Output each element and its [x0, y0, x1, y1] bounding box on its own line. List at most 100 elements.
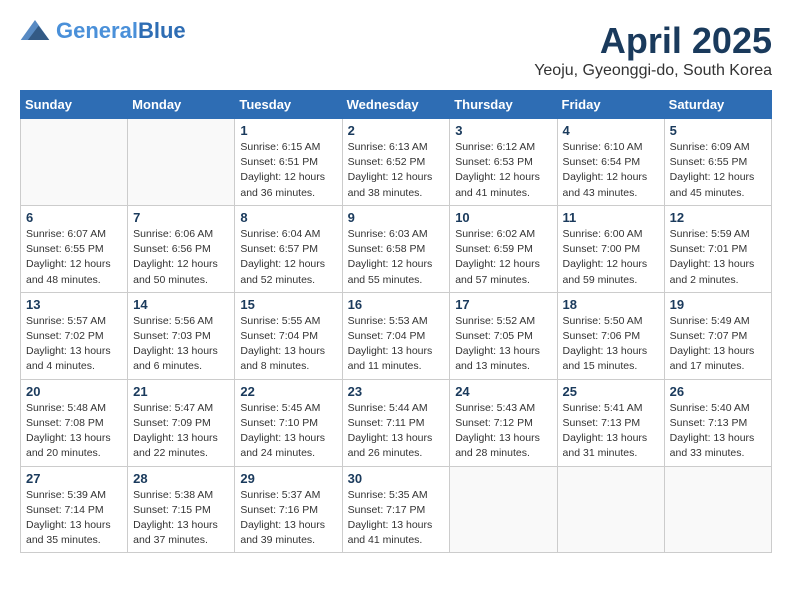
day-info: Sunrise: 5:37 AM Sunset: 7:16 PM Dayligh… [240, 488, 336, 549]
calendar-cell: 1 Sunrise: 6:15 AM Sunset: 6:51 PM Daylig… [235, 119, 342, 206]
day-info: Sunrise: 6:15 AM Sunset: 6:51 PM Dayligh… [240, 140, 336, 201]
calendar-cell: 13 Sunrise: 5:57 AM Sunset: 7:02 PM Dayli… [21, 292, 128, 379]
day-number: 28 [133, 471, 229, 486]
calendar-week-5: 27 Sunrise: 5:39 AM Sunset: 7:14 PM Dayli… [21, 466, 772, 553]
calendar-cell: 24Sunrise: 5:43 AM Sunset: 7:12 PM Dayli… [450, 379, 557, 466]
day-number: 2 [348, 123, 445, 138]
calendar-cell: 22 Sunrise: 5:45 AM Sunset: 7:10 PM Dayli… [235, 379, 342, 466]
calendar-cell: 7 Sunrise: 6:06 AM Sunset: 6:56 PM Daylig… [128, 205, 235, 292]
calendar-cell [557, 466, 664, 553]
calendar-cell: 2 Sunrise: 6:13 AM Sunset: 6:52 PM Daylig… [342, 119, 450, 206]
day-number: 24 [455, 384, 551, 399]
calendar-cell: 16 Sunrise: 5:53 AM Sunset: 7:04 PM Dayli… [342, 292, 450, 379]
day-info: Sunrise: 5:56 AM Sunset: 7:03 PM Dayligh… [133, 314, 229, 375]
calendar-cell: 12 Sunrise: 5:59 AM Sunset: 7:01 PM Dayli… [664, 205, 771, 292]
day-info: Sunrise: 6:06 AM Sunset: 6:56 PM Dayligh… [133, 227, 229, 288]
day-number: 12 [670, 210, 766, 225]
logo-icon [20, 20, 50, 40]
day-number: 26 [670, 384, 766, 399]
day-info: Sunrise: 6:04 AM Sunset: 6:57 PM Dayligh… [240, 227, 336, 288]
weekday-header-monday: Monday [128, 91, 235, 119]
day-number: 5 [670, 123, 766, 138]
weekday-header-friday: Friday [557, 91, 664, 119]
day-info: Sunrise: 5:53 AM Sunset: 7:04 PM Dayligh… [348, 314, 445, 375]
day-number: 1 [240, 123, 336, 138]
day-number: 18 [563, 297, 659, 312]
day-number: 15 [240, 297, 336, 312]
day-number: 22 [240, 384, 336, 399]
title-block: April 2025 Yeoju, Gyeonggi-do, South Kor… [534, 20, 772, 80]
logo-blue: Blue [138, 18, 186, 43]
calendar-cell: 15Sunrise: 5:55 AM Sunset: 7:04 PM Dayli… [235, 292, 342, 379]
day-info: Sunrise: 6:00 AM Sunset: 7:00 PM Dayligh… [563, 227, 659, 288]
calendar-cell [128, 119, 235, 206]
calendar-cell: 14 Sunrise: 5:56 AM Sunset: 7:03 PM Dayli… [128, 292, 235, 379]
day-number: 19 [670, 297, 766, 312]
day-number: 25 [563, 384, 659, 399]
calendar-cell: 28Sunrise: 5:38 AM Sunset: 7:15 PM Dayli… [128, 466, 235, 553]
day-number: 29 [240, 471, 336, 486]
day-info: Sunrise: 5:50 AM Sunset: 7:06 PM Dayligh… [563, 314, 659, 375]
calendar-cell: 3Sunrise: 6:12 AM Sunset: 6:53 PM Daylig… [450, 119, 557, 206]
logo-text-block: GeneralBlue [56, 20, 186, 42]
day-info: Sunrise: 5:48 AM Sunset: 7:08 PM Dayligh… [26, 401, 122, 462]
day-info: Sunrise: 5:59 AM Sunset: 7:01 PM Dayligh… [670, 227, 766, 288]
day-number: 4 [563, 123, 659, 138]
day-info: Sunrise: 5:47 AM Sunset: 7:09 PM Dayligh… [133, 401, 229, 462]
weekday-header-thursday: Thursday [450, 91, 557, 119]
calendar-cell: 25Sunrise: 5:41 AM Sunset: 7:13 PM Dayli… [557, 379, 664, 466]
calendar-cell: 17 Sunrise: 5:52 AM Sunset: 7:05 PM Dayli… [450, 292, 557, 379]
day-info: Sunrise: 5:52 AM Sunset: 7:05 PM Dayligh… [455, 314, 551, 375]
day-number: 14 [133, 297, 229, 312]
calendar-week-1: 1 Sunrise: 6:15 AM Sunset: 6:51 PM Daylig… [21, 119, 772, 206]
month-title: April 2025 [534, 20, 772, 62]
logo: GeneralBlue [20, 20, 186, 42]
day-info: Sunrise: 5:45 AM Sunset: 7:10 PM Dayligh… [240, 401, 336, 462]
calendar-week-3: 13 Sunrise: 5:57 AM Sunset: 7:02 PM Dayli… [21, 292, 772, 379]
day-number: 30 [348, 471, 445, 486]
calendar-cell: 11Sunrise: 6:00 AM Sunset: 7:00 PM Dayli… [557, 205, 664, 292]
calendar-cell: 29 Sunrise: 5:37 AM Sunset: 7:16 PM Dayli… [235, 466, 342, 553]
day-info: Sunrise: 6:10 AM Sunset: 6:54 PM Dayligh… [563, 140, 659, 201]
day-info: Sunrise: 5:57 AM Sunset: 7:02 PM Dayligh… [26, 314, 122, 375]
weekday-header-tuesday: Tuesday [235, 91, 342, 119]
calendar-cell [450, 466, 557, 553]
weekday-header-saturday: Saturday [664, 91, 771, 119]
logo-general: General [56, 18, 138, 43]
day-number: 20 [26, 384, 122, 399]
day-number: 13 [26, 297, 122, 312]
day-number: 27 [26, 471, 122, 486]
calendar-cell [21, 119, 128, 206]
calendar-cell [664, 466, 771, 553]
calendar-cell: 4 Sunrise: 6:10 AM Sunset: 6:54 PM Daylig… [557, 119, 664, 206]
calendar-cell: 18 Sunrise: 5:50 AM Sunset: 7:06 PM Dayli… [557, 292, 664, 379]
day-number: 16 [348, 297, 445, 312]
weekday-header-sunday: Sunday [21, 91, 128, 119]
calendar-cell: 27 Sunrise: 5:39 AM Sunset: 7:14 PM Dayli… [21, 466, 128, 553]
logo-name: GeneralBlue [56, 20, 186, 42]
day-info: Sunrise: 6:09 AM Sunset: 6:55 PM Dayligh… [670, 140, 766, 201]
day-info: Sunrise: 6:02 AM Sunset: 6:59 PM Dayligh… [455, 227, 551, 288]
day-info: Sunrise: 6:07 AM Sunset: 6:55 PM Dayligh… [26, 227, 122, 288]
day-info: Sunrise: 5:44 AM Sunset: 7:11 PM Dayligh… [348, 401, 445, 462]
day-info: Sunrise: 5:40 AM Sunset: 7:13 PM Dayligh… [670, 401, 766, 462]
day-number: 6 [26, 210, 122, 225]
day-info: Sunrise: 5:35 AM Sunset: 7:17 PM Dayligh… [348, 488, 445, 549]
location: Yeoju, Gyeonggi-do, South Korea [534, 62, 772, 80]
calendar-cell: 26 Sunrise: 5:40 AM Sunset: 7:13 PM Dayli… [664, 379, 771, 466]
day-number: 9 [348, 210, 445, 225]
day-number: 7 [133, 210, 229, 225]
day-info: Sunrise: 6:13 AM Sunset: 6:52 PM Dayligh… [348, 140, 445, 201]
day-number: 10 [455, 210, 551, 225]
calendar-cell: 30 Sunrise: 5:35 AM Sunset: 7:17 PM Dayli… [342, 466, 450, 553]
day-number: 8 [240, 210, 336, 225]
calendar-week-4: 20 Sunrise: 5:48 AM Sunset: 7:08 PM Dayli… [21, 379, 772, 466]
day-info: Sunrise: 6:03 AM Sunset: 6:58 PM Dayligh… [348, 227, 445, 288]
day-info: Sunrise: 5:49 AM Sunset: 7:07 PM Dayligh… [670, 314, 766, 375]
day-number: 17 [455, 297, 551, 312]
calendar-week-2: 6 Sunrise: 6:07 AM Sunset: 6:55 PM Daylig… [21, 205, 772, 292]
calendar-cell: 20 Sunrise: 5:48 AM Sunset: 7:08 PM Dayli… [21, 379, 128, 466]
day-info: Sunrise: 5:39 AM Sunset: 7:14 PM Dayligh… [26, 488, 122, 549]
calendar-cell: 10 Sunrise: 6:02 AM Sunset: 6:59 PM Dayli… [450, 205, 557, 292]
calendar-table: SundayMondayTuesdayWednesdayThursdayFrid… [20, 90, 772, 553]
